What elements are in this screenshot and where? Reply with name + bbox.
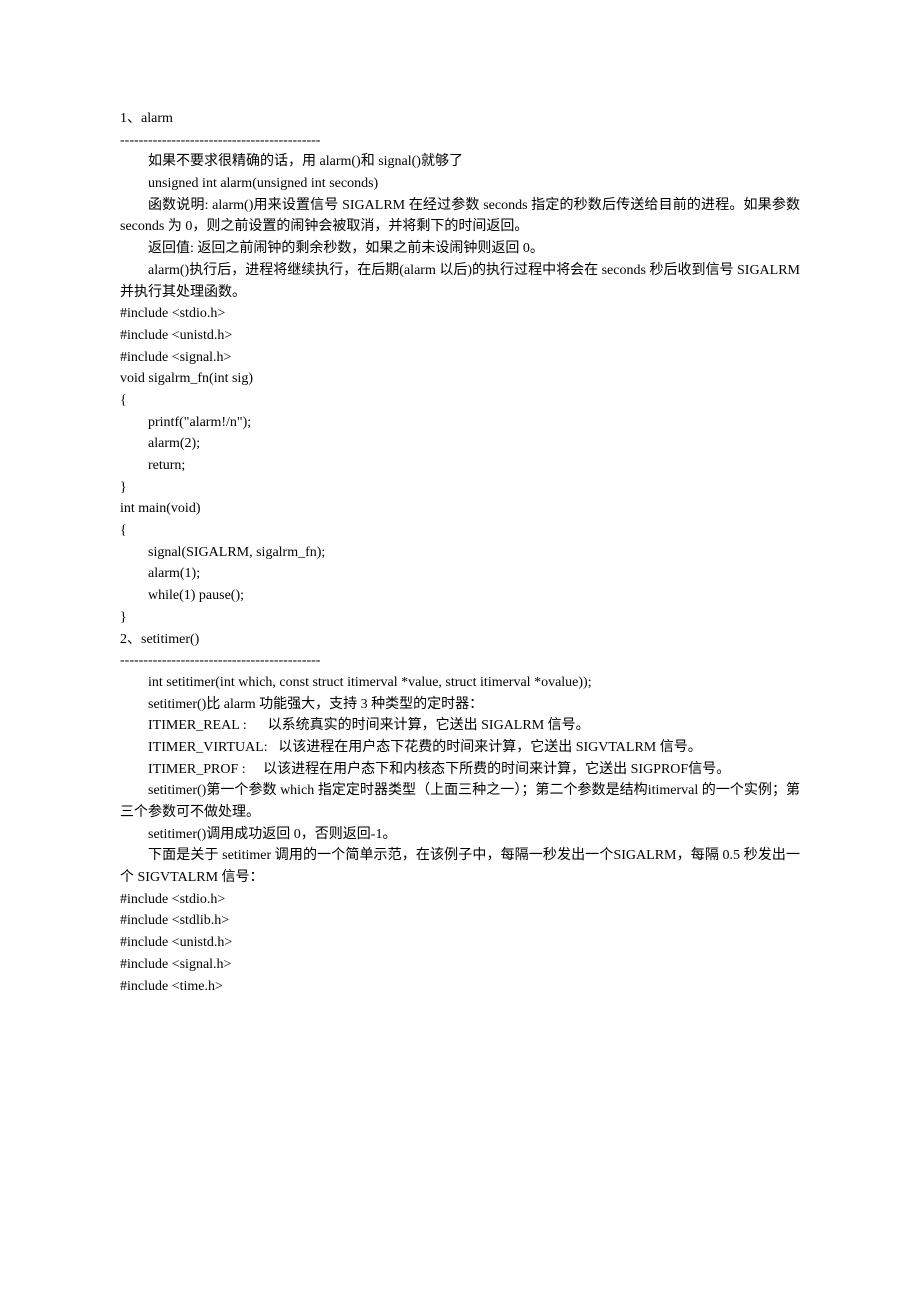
text-line: 函数说明: alarm()用来设置信号 SIGALRM 在经过参数 second… (120, 195, 800, 238)
text-line: 2、setitimer() (120, 629, 800, 651)
text-line: signal(SIGALRM, sigalrm_fn); (120, 542, 800, 564)
text-line: return; (120, 455, 800, 477)
text-line: setitimer()第一个参数 which 指定定时器类型（上面三种之一）；第… (120, 780, 800, 823)
text-line: alarm(1); (120, 563, 800, 585)
text-line: #include <time.h> (120, 976, 800, 998)
text-line: #include <stdio.h> (120, 303, 800, 325)
text-line: { (120, 520, 800, 542)
text-line: 下面是关于 setitimer 调用的一个简单示范，在该例子中，每隔一秒发出一个… (120, 845, 800, 888)
text-line: setitimer()比 alarm 功能强大，支持 3 种类型的定时器： (120, 694, 800, 716)
text-line: } (120, 477, 800, 499)
text-line: #include <unistd.h> (120, 325, 800, 347)
text-line: setitimer()调用成功返回 0，否则返回-1。 (120, 824, 800, 846)
text-line: while(1) pause(); (120, 585, 800, 607)
text-line: alarm()执行后，进程将继续执行，在后期(alarm 以后)的执行过程中将会… (120, 260, 800, 303)
text-line: #include <stdlib.h> (120, 910, 800, 932)
text-line: ----------------------------------------… (120, 130, 800, 152)
text-line: 1、alarm (120, 108, 800, 130)
text-line: void sigalrm_fn(int sig) (120, 368, 800, 390)
text-line: unsigned int alarm(unsigned int seconds) (120, 173, 800, 195)
text-line: #include <signal.h> (120, 347, 800, 369)
text-line: ITIMER_VIRTUAL: 以该进程在用户态下花费的时间来计算，它送出 SI… (120, 737, 800, 759)
text-line: 如果不要求很精确的话，用 alarm()和 signal()就够了 (120, 151, 800, 173)
text-line: { (120, 390, 800, 412)
text-line: } (120, 607, 800, 629)
text-line: ITIMER_PROF : 以该进程在用户态下和内核态下所费的时间来计算，它送出… (120, 759, 800, 781)
text-line: alarm(2); (120, 433, 800, 455)
text-line: int main(void) (120, 498, 800, 520)
text-line: int setitimer(int which, const struct it… (120, 672, 800, 694)
text-line: #include <stdio.h> (120, 889, 800, 911)
text-line: 返回值: 返回之前闹钟的剩余秒数，如果之前未设闹钟则返回 0。 (120, 238, 800, 260)
document-page: 1、alarm---------------------------------… (0, 0, 920, 1302)
text-line: ----------------------------------------… (120, 650, 800, 672)
text-line: printf("alarm!/n"); (120, 412, 800, 434)
text-line: ITIMER_REAL : 以系统真实的时间来计算，它送出 SIGALRM 信号… (120, 715, 800, 737)
text-line: #include <unistd.h> (120, 932, 800, 954)
text-line: #include <signal.h> (120, 954, 800, 976)
